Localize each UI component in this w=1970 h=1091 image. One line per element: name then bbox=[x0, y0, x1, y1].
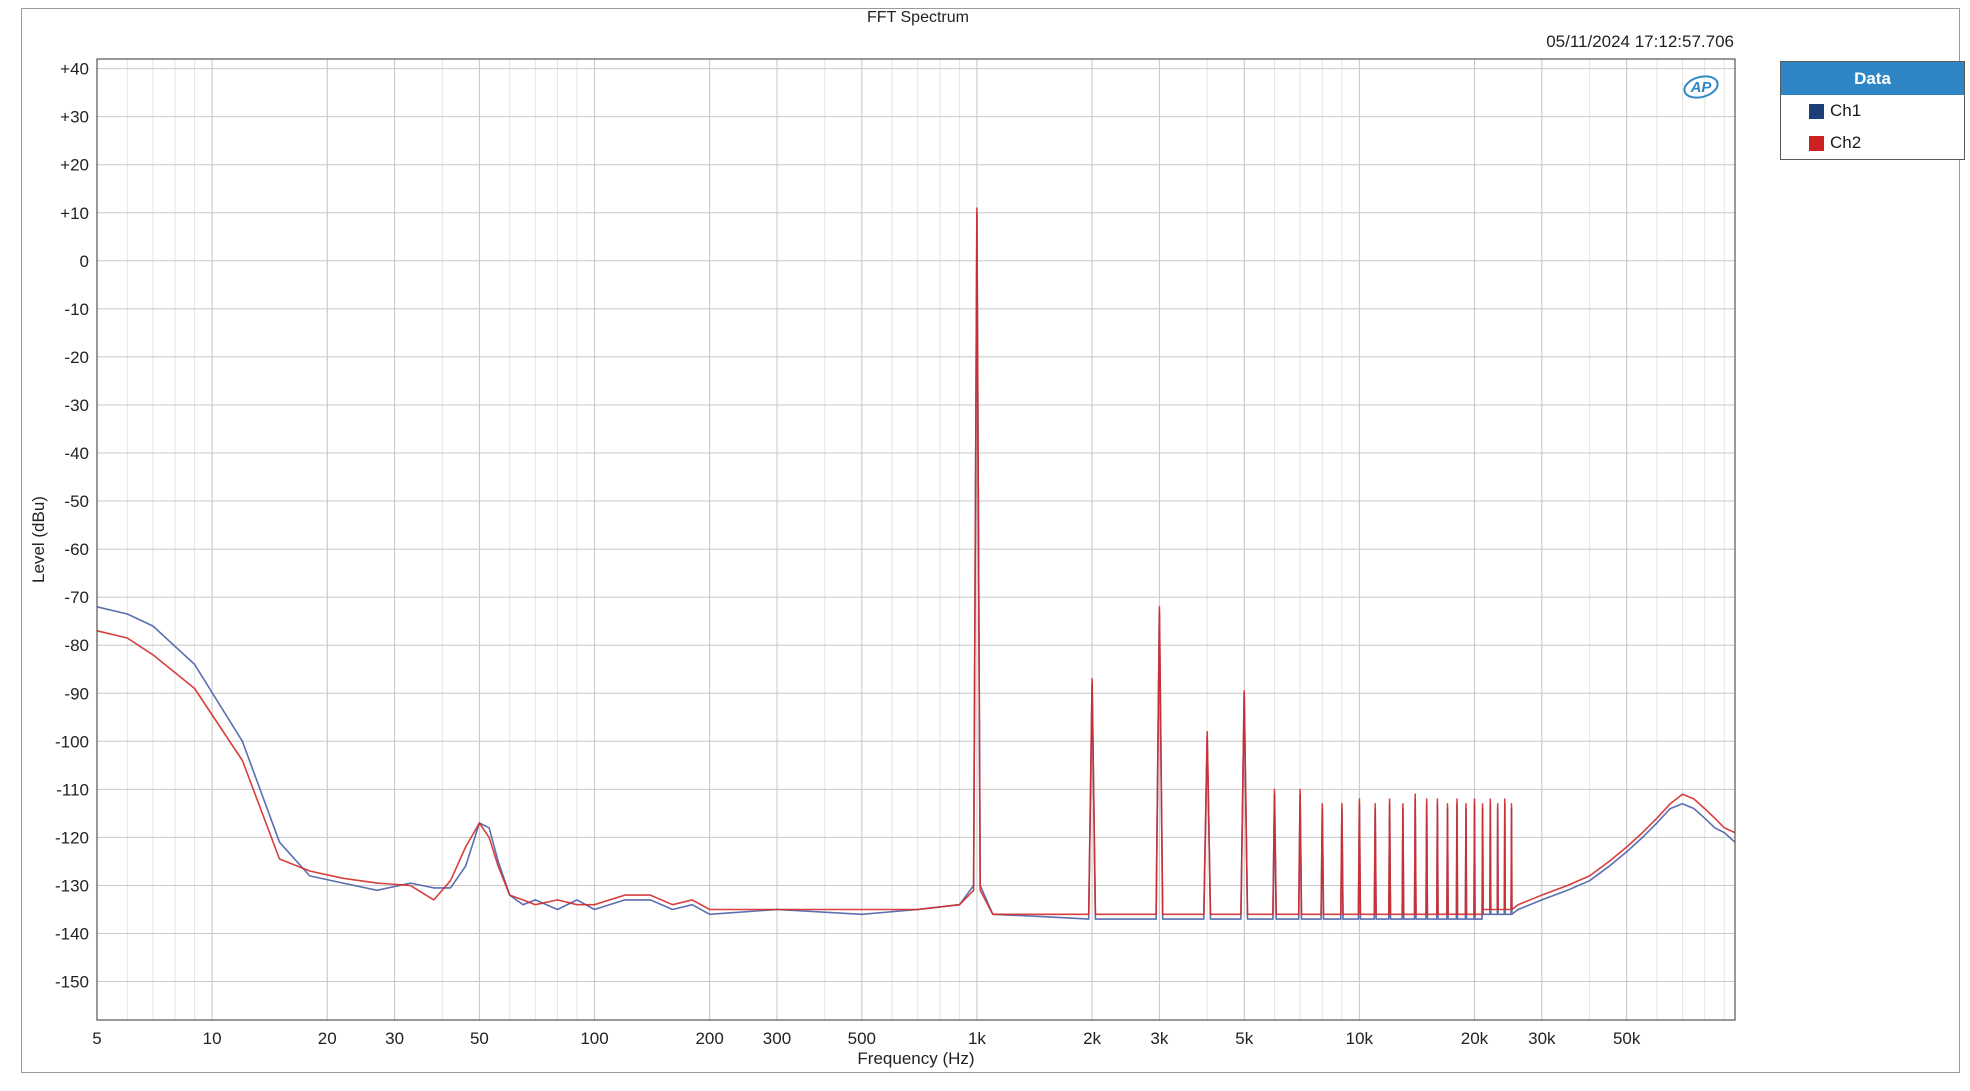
x-tick-label: 30 bbox=[385, 1029, 404, 1048]
legend-header: Data bbox=[1781, 62, 1964, 95]
x-tick-label: 3k bbox=[1150, 1029, 1168, 1048]
fft-chart: 5 10 20 30 50 100 200 300 500 1k 2k 3k 5k 10k 20k 30k 50… bbox=[29, 58, 1736, 1068]
y-tick-label: -60 bbox=[64, 540, 89, 559]
y-tick-label: -40 bbox=[64, 444, 89, 463]
x-tick-label: 50k bbox=[1613, 1029, 1641, 1048]
ap-logo-icon: AP bbox=[1683, 75, 1719, 99]
y-tick-label: 0 bbox=[80, 252, 89, 271]
y-tick-label: -70 bbox=[64, 588, 89, 607]
y-tick-label: +20 bbox=[60, 156, 89, 175]
legend-item-ch1[interactable]: Ch1 bbox=[1781, 95, 1964, 127]
y-tick-label: -30 bbox=[64, 396, 89, 415]
ap-logo-text: AP bbox=[1690, 79, 1713, 96]
x-tick-label: 10k bbox=[1346, 1029, 1374, 1048]
x-tick-label: 2k bbox=[1083, 1029, 1101, 1048]
y-tick-label: -80 bbox=[64, 636, 89, 655]
y-tick-label: +10 bbox=[60, 204, 89, 223]
legend-label-ch2: Ch2 bbox=[1830, 133, 1862, 152]
y-tick-label: -50 bbox=[64, 492, 89, 511]
x-tick-label: 500 bbox=[848, 1029, 876, 1048]
y-tick-label: -90 bbox=[64, 684, 89, 703]
x-tick-label: 10 bbox=[203, 1029, 222, 1048]
y-tick-label: -150 bbox=[55, 973, 89, 992]
x-tick-label: 5 bbox=[92, 1029, 101, 1048]
x-tick-label: 20k bbox=[1461, 1029, 1489, 1048]
y-tick-label: -100 bbox=[55, 732, 89, 751]
chart-timestamp: 05/11/2024 17:12:57.706 bbox=[1546, 32, 1734, 51]
legend-swatch-ch1 bbox=[1809, 103, 1824, 119]
legend-swatch-ch2 bbox=[1809, 135, 1824, 151]
y-tick-label: -130 bbox=[55, 876, 89, 895]
y-tick-label: +40 bbox=[60, 60, 89, 79]
x-axis-label: Frequency (Hz) bbox=[857, 1049, 974, 1068]
y-tick-label: -140 bbox=[55, 925, 89, 944]
x-tick-label: 50 bbox=[470, 1029, 489, 1048]
x-tick-label: 300 bbox=[763, 1029, 791, 1048]
x-tick-label: 5k bbox=[1235, 1029, 1253, 1048]
y-tick-label: -20 bbox=[64, 348, 89, 367]
y-tick-label: -110 bbox=[56, 780, 89, 799]
x-tick-label: 100 bbox=[580, 1029, 608, 1048]
y-axis: +40 +30 +20 +10 0 -10 -20 -30 -40 -50 -60 -70 -80 -90… bbox=[55, 60, 89, 992]
legend: Data Ch1 Ch2 bbox=[1780, 61, 1965, 160]
y-axis-label: Level (dBu) bbox=[29, 496, 48, 583]
x-axis: 5 10 20 30 50 100 200 300 500 1k 2k 3k 5k 10k 20k 30k 50… bbox=[92, 1029, 1641, 1048]
legend-item-ch2[interactable]: Ch2 bbox=[1781, 127, 1964, 159]
x-tick-label: 30k bbox=[1528, 1029, 1556, 1048]
x-tick-label: 1k bbox=[968, 1029, 986, 1048]
x-tick-label: 20 bbox=[318, 1029, 337, 1048]
y-tick-label: -120 bbox=[55, 828, 89, 847]
x-tick-label: 200 bbox=[695, 1029, 723, 1048]
chart-title: FFT Spectrum bbox=[867, 9, 969, 26]
y-tick-label: +30 bbox=[60, 108, 89, 127]
y-tick-label: -10 bbox=[64, 300, 89, 319]
legend-label-ch1: Ch1 bbox=[1830, 101, 1862, 120]
